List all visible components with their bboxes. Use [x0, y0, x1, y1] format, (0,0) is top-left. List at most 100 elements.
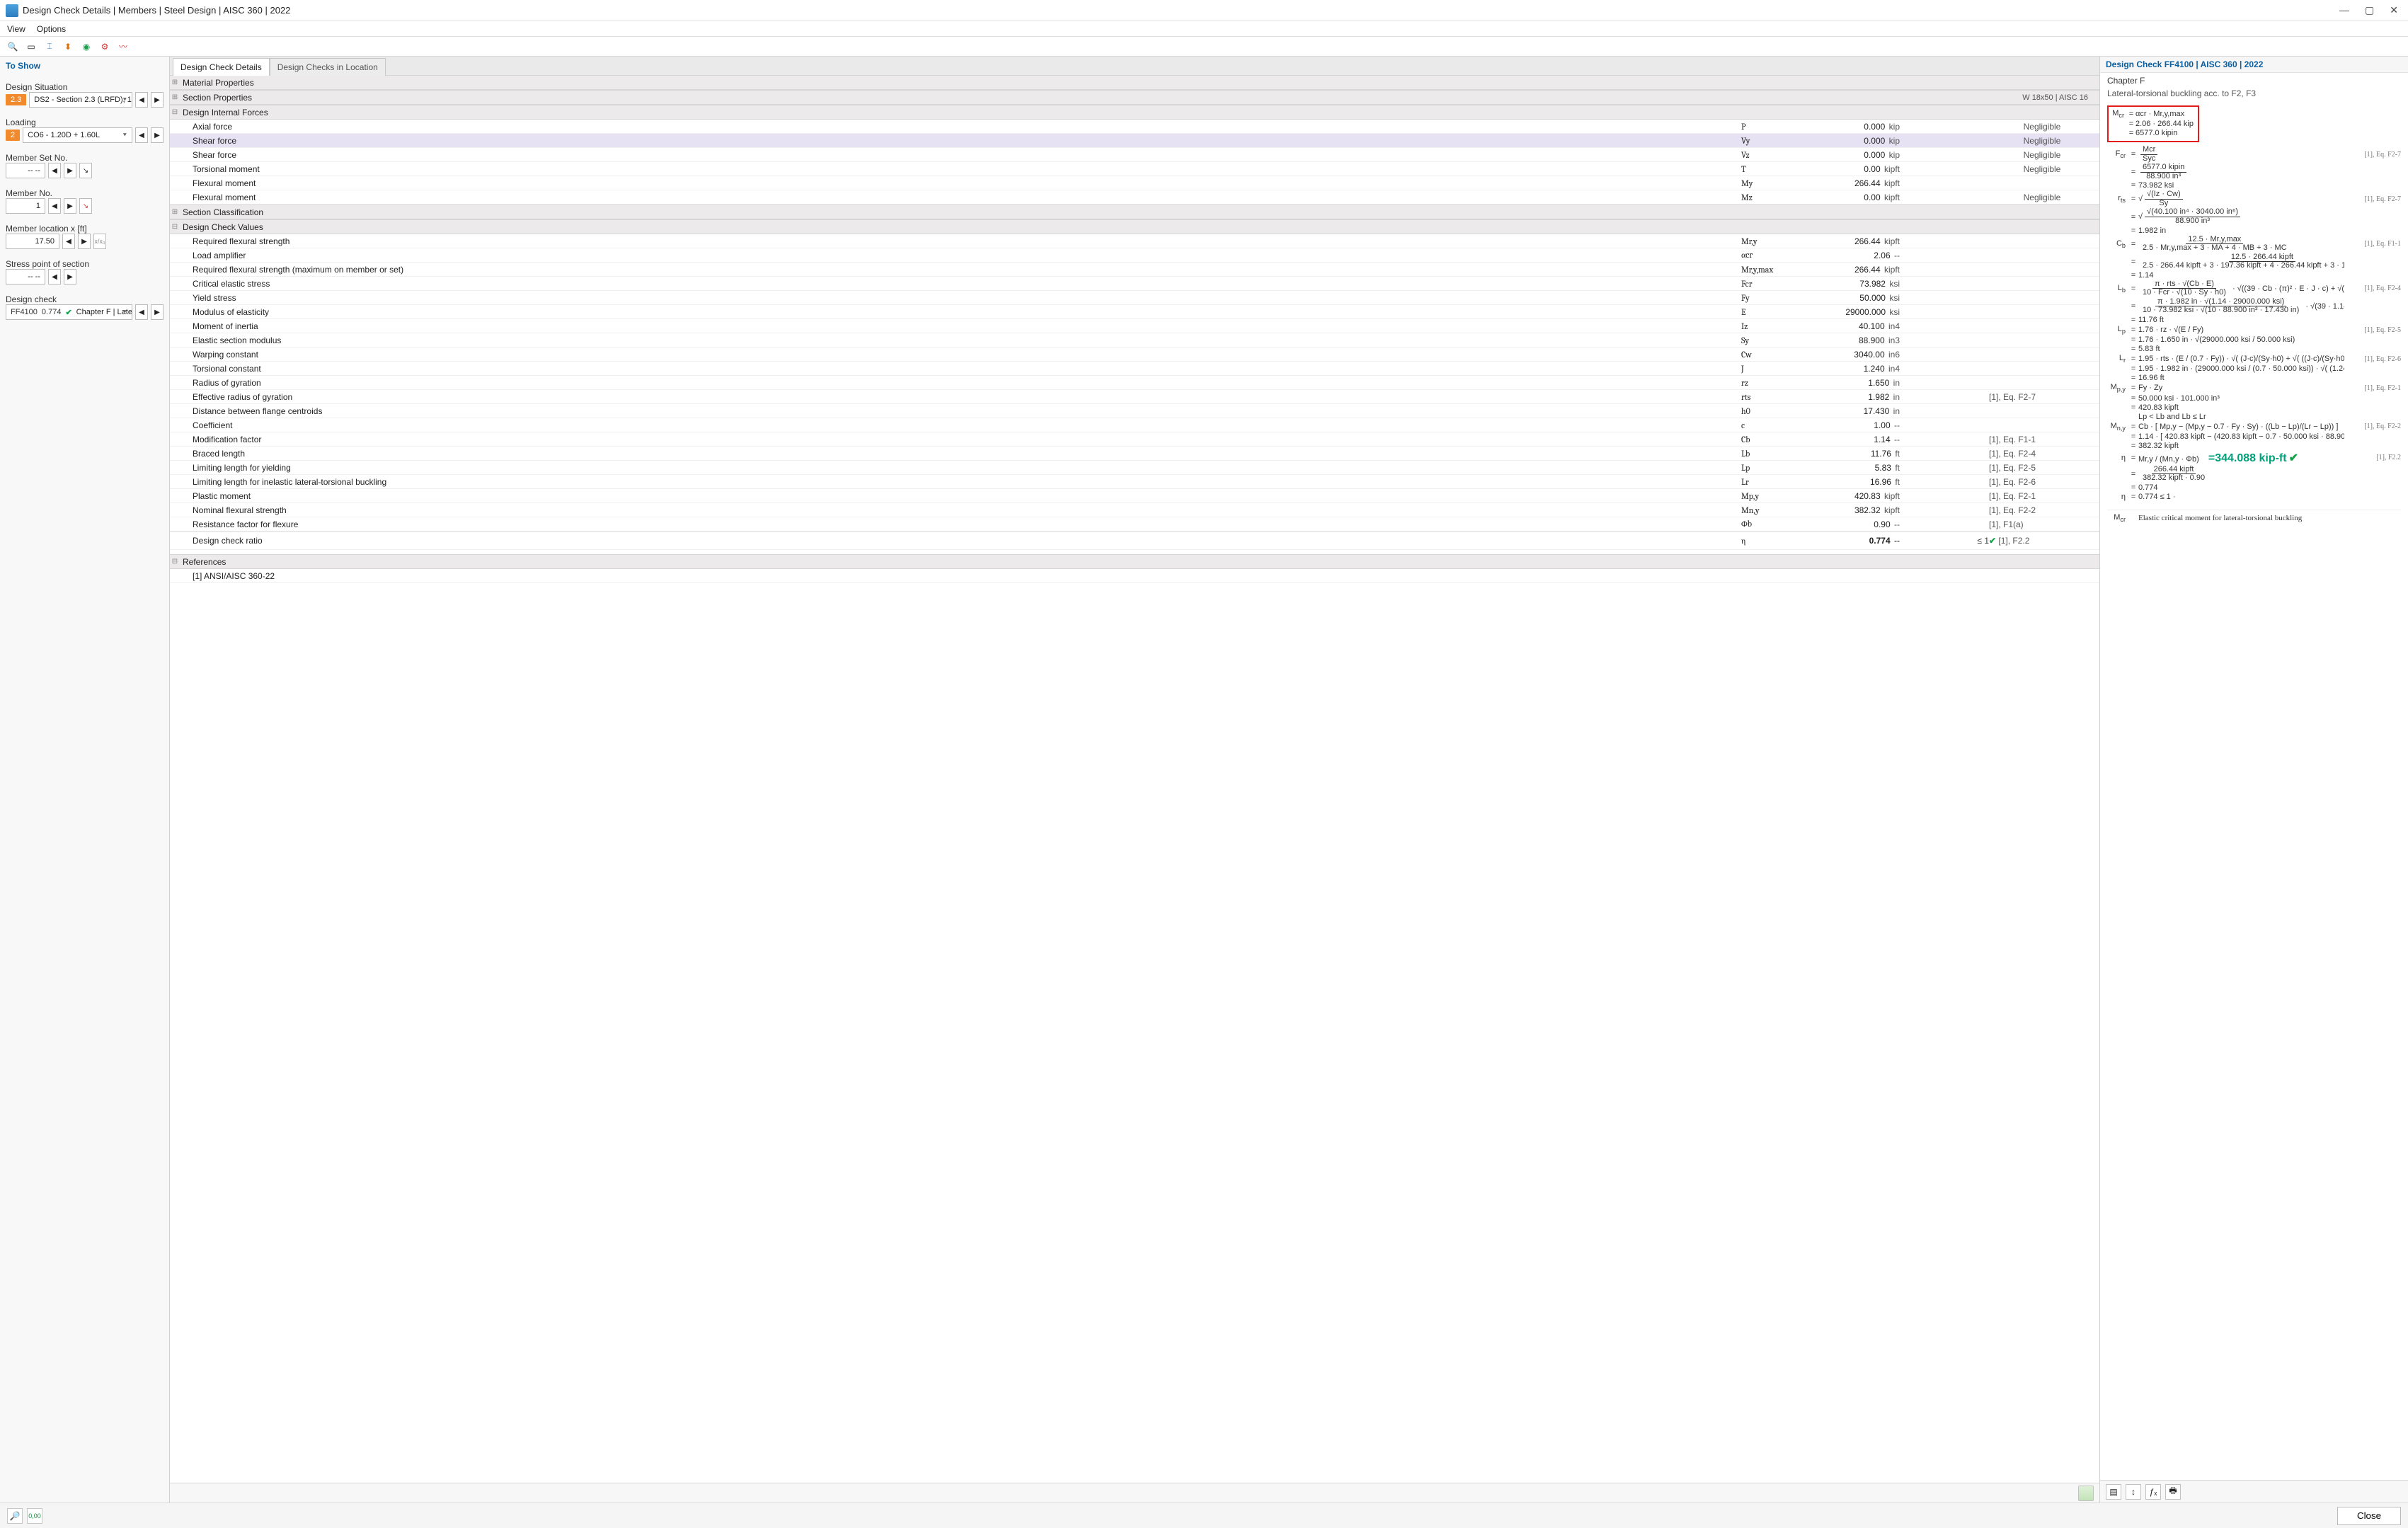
loading-combo[interactable]: CO6 - 1.20D + 1.60L [23, 127, 132, 143]
loading-chip: 2 [6, 130, 20, 141]
loading-next[interactable]: ▶ [151, 127, 164, 143]
dcv-row[interactable]: Required flexural strength (maximum on m… [170, 263, 2099, 277]
expand-icon[interactable]: ⊞ [170, 78, 180, 88]
memberset-next[interactable]: ▶ [64, 163, 76, 178]
header-internal-forces[interactable]: ⊟ Design Internal Forces [170, 105, 2099, 120]
dcv-row[interactable]: Critical elastic stressFcr73.982 ksi [170, 277, 2099, 291]
tab-location[interactable]: Design Checks in Location [270, 58, 386, 76]
design-check-combo[interactable]: FF4100 0.774 ✔ Chapter F | Lateral-to... [6, 304, 132, 320]
reference-row: [1] ANSI/AISC 360-22 [170, 569, 2099, 583]
menubar: View Options [0, 21, 2408, 37]
footer-units-icon[interactable]: 0,00 [27, 1508, 42, 1524]
dcv-row[interactable]: Effective radius of gyrationrts1.982 in[… [170, 390, 2099, 404]
loading-prev[interactable]: ◀ [135, 127, 148, 143]
stress-point-field[interactable]: -- -- [6, 269, 45, 285]
titlebar: Design Check Details | Members | Steel D… [0, 0, 2408, 21]
force-row[interactable]: Shear forceVy0.000 kipNegligible [170, 134, 2099, 148]
window-title: Design Check Details | Members | Steel D… [23, 5, 290, 16]
collapse-icon[interactable]: ⊟ [170, 108, 180, 117]
member-loc-field[interactable]: 17.50 [6, 234, 59, 249]
dcv-row[interactable]: Modulus of elasticityE29000.000 ksi [170, 305, 2099, 319]
dc-prev[interactable]: ◀ [135, 304, 148, 320]
force-row[interactable]: Flexural momentMy266.44 kipft [170, 176, 2099, 190]
dcv-row[interactable]: Plastic momentMp,y420.83 kipft[1], Eq. F… [170, 489, 2099, 503]
design-situation-combo[interactable]: DS2 - Section 2.3 (LRFD), 1. to 5. [29, 92, 132, 108]
dc-next[interactable]: ▶ [151, 304, 164, 320]
tool-section-icon[interactable]: ⌶ [42, 40, 57, 54]
close-window-button[interactable]: ✕ [2390, 4, 2398, 16]
member-set-field[interactable]: -- -- [6, 163, 45, 178]
dcv-row[interactable]: Radius of gyrationrz1.650 in [170, 376, 2099, 390]
header-dcv[interactable]: ⊟ Design Check Values [170, 219, 2099, 234]
force-row[interactable]: Shear forceVz0.000 kipNegligible [170, 148, 2099, 162]
tool-results-icon[interactable]: ◉ [79, 40, 93, 54]
collapse-icon[interactable]: ⊟ [170, 222, 180, 232]
minimize-button[interactable]: — [2339, 4, 2349, 16]
close-button[interactable]: Close [2337, 1507, 2401, 1525]
design-check-label: Design check [6, 294, 164, 304]
dcv-row[interactable]: Limiting length for yieldingLp5.83 ft[1]… [170, 461, 2099, 475]
tool-formula-icon[interactable]: ƒₓ [2145, 1484, 2161, 1500]
member-no-label: Member No. [6, 188, 164, 198]
memberloc-prev[interactable]: ◀ [62, 234, 75, 249]
memberloc-xx0-icon[interactable]: x/x₀ [93, 234, 106, 249]
dcv-row[interactable]: Load amplifierαcr2.06 -- [170, 248, 2099, 263]
design-check-ratio-row: Design check ratio η 0.774 -- ≤ 1 ✔ [1],… [170, 532, 2099, 550]
memberset-prev[interactable]: ◀ [48, 163, 61, 178]
dcv-row[interactable]: Resistance factor for flexureΦb0.90 --[1… [170, 517, 2099, 532]
force-row[interactable]: Axial forceP0.000 kipNegligible [170, 120, 2099, 134]
ds-next[interactable]: ▶ [151, 92, 164, 108]
header-mat-props[interactable]: ⊞ Material Properties [170, 75, 2099, 90]
dcv-row[interactable]: Limiting length for inelastic lateral-to… [170, 475, 2099, 489]
design-situation-chip: 2.3 [6, 94, 26, 105]
calc-area: Mcr=αcr · Mr,y,max =2.06 · 266.44 kipft … [2100, 101, 2408, 1480]
dcv-row[interactable]: Required flexural strengthMr,y266.44 kip… [170, 234, 2099, 248]
design-situation-label: Design Situation [6, 82, 164, 92]
menu-view[interactable]: View [7, 24, 25, 34]
memberset-pick-icon[interactable]: ↘ [79, 163, 92, 178]
tool-print-icon[interactable]: 🖶 [2165, 1484, 2181, 1500]
ds-prev[interactable]: ◀ [135, 92, 148, 108]
tab-details[interactable]: Design Check Details [173, 58, 270, 76]
dcv-row[interactable]: Yield stressFy50.000 ksi [170, 291, 2099, 305]
dcv-row[interactable]: Modification factorCb1.14 --[1], Eq. F1-… [170, 432, 2099, 447]
tool-filter-icon[interactable]: ⚙ [98, 40, 112, 54]
stresspoint-prev[interactable]: ◀ [48, 269, 61, 285]
dcv-row[interactable]: Distance between flange centroidsh017.43… [170, 404, 2099, 418]
stresspoint-next[interactable]: ▶ [64, 269, 76, 285]
header-sec-props[interactable]: ⊞ Section Properties W 18x50 | AISC 16 [170, 90, 2099, 105]
memberloc-next[interactable]: ▶ [78, 234, 91, 249]
tool-select-icon[interactable]: ▭ [24, 40, 38, 54]
tool-wave-icon[interactable]: 〰 [116, 40, 130, 54]
expand-icon[interactable]: ⊞ [170, 93, 180, 103]
force-row[interactable]: Flexural momentMz0.00 kipftNegligible [170, 190, 2099, 205]
footer: 🔎 0,00 Close [0, 1503, 2408, 1528]
header-sec-class[interactable]: ⊞ Section Classification [170, 205, 2099, 219]
tool-table-icon[interactable]: ▤ [2106, 1484, 2121, 1500]
thumbnail-icon[interactable] [2078, 1486, 2094, 1501]
expand-icon[interactable]: ⊞ [170, 207, 180, 217]
dcv-row[interactable]: Nominal flexural strengthMn,y382.32 kipf… [170, 503, 2099, 517]
memberno-prev[interactable]: ◀ [48, 198, 61, 214]
section-info: W 18x50 | AISC 16 [1989, 93, 2095, 102]
header-references[interactable]: ⊟ References [170, 554, 2099, 569]
dcv-row[interactable]: Warping constantCw3040.00 in6 [170, 347, 2099, 362]
force-row[interactable]: Torsional momentT0.00 kipftNegligible [170, 162, 2099, 176]
ok-icon: ✔ [1989, 536, 1996, 546]
collapse-icon[interactable]: ⊟ [170, 557, 180, 567]
memberno-next[interactable]: ▶ [64, 198, 76, 214]
tool-sort-icon[interactable]: ↕ [2126, 1484, 2141, 1500]
dcv-row[interactable]: Elastic section modulusSy88.900 in3 [170, 333, 2099, 347]
tool-member-icon[interactable]: ⬍ [61, 40, 75, 54]
dcv-row[interactable]: Moment of inertiaIz40.100 in4 [170, 319, 2099, 333]
dcv-row[interactable]: Torsional constantJ1.240 in4 [170, 362, 2099, 376]
menu-options[interactable]: Options [37, 24, 66, 34]
footer-search-icon[interactable]: 🔎 [7, 1508, 23, 1524]
member-no-field[interactable]: 1 [6, 198, 45, 214]
tool-zoom-icon[interactable]: 🔍 [6, 40, 20, 54]
center-panel: Design Check Details Design Checks in Lo… [170, 57, 2100, 1503]
maximize-button[interactable]: ▢ [2365, 4, 2374, 16]
memberno-pick-icon[interactable]: ↘ [79, 198, 92, 214]
dcv-row[interactable]: Coefficientc1.00 -- [170, 418, 2099, 432]
dcv-row[interactable]: Braced lengthLb11.76 ft[1], Eq. F2-4 [170, 447, 2099, 461]
